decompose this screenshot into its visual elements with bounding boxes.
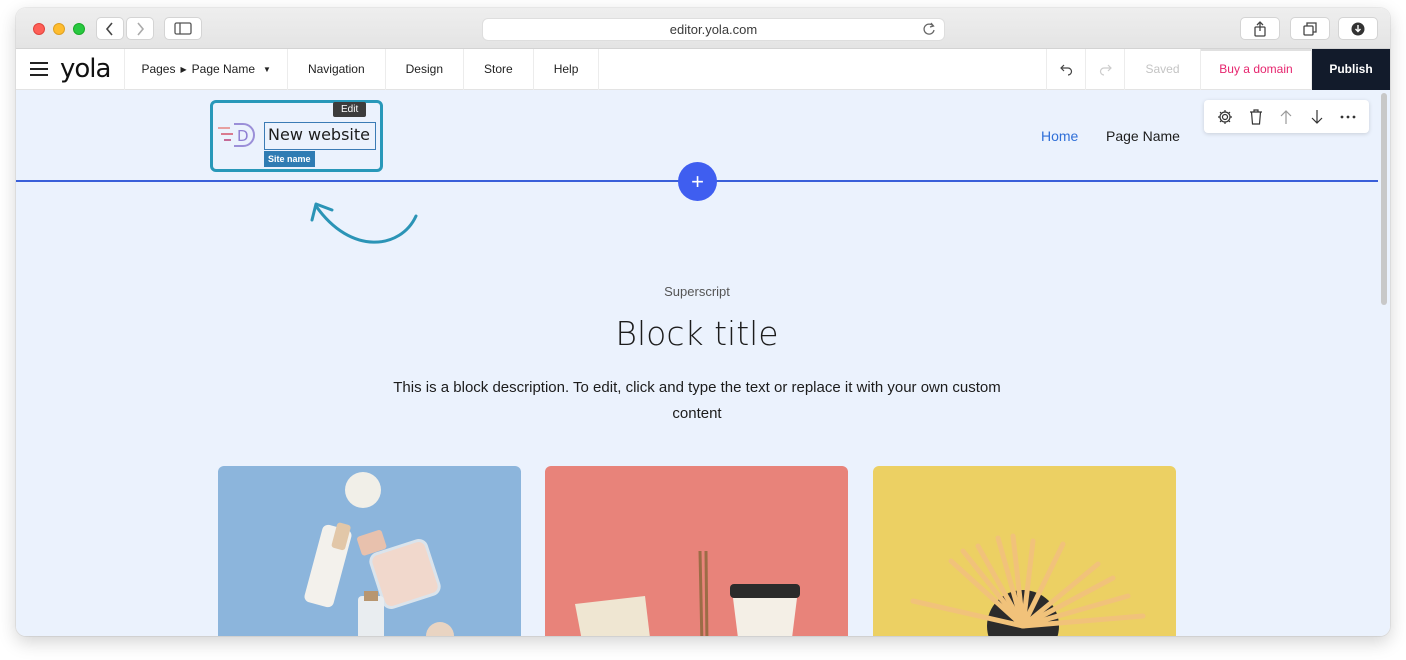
back-button[interactable] — [96, 17, 124, 40]
editor-canvas[interactable]: D Edit New website Site name Home Page N… — [16, 90, 1390, 636]
tabs-overview-button[interactable] — [1290, 17, 1330, 40]
forward-button[interactable] — [126, 17, 154, 40]
site-name-tag: Site name — [264, 151, 315, 167]
curved-arrow-icon — [310, 202, 418, 244]
sidebar-icon — [174, 22, 192, 35]
svg-text:D: D — [237, 127, 249, 145]
pages-label: Pages — [141, 62, 176, 76]
trash-icon[interactable] — [1249, 108, 1263, 125]
arrow-up-icon[interactable] — [1279, 109, 1293, 125]
menu-design[interactable]: Design — [386, 48, 464, 90]
card-image-takeaway-food[interactable] — [545, 466, 848, 636]
chevron-left-icon — [105, 21, 113, 36]
close-window-button[interactable] — [33, 23, 45, 35]
tabs-icon — [1303, 21, 1317, 36]
saved-status: Saved — [1124, 48, 1200, 90]
browser-title-bar: editor.yola.com — [16, 8, 1390, 49]
undo-button[interactable] — [1046, 48, 1085, 90]
redo-button[interactable] — [1085, 48, 1124, 90]
edit-tag[interactable]: Edit — [333, 102, 367, 117]
arrow-down-icon[interactable] — [1310, 109, 1324, 125]
menu-store[interactable]: Store — [464, 48, 534, 90]
minimize-window-button[interactable] — [53, 23, 65, 35]
block-description[interactable]: This is a block description. To edit, cl… — [386, 375, 1008, 427]
nav-link-page-name[interactable]: Page Name — [1106, 128, 1180, 144]
share-icon — [1254, 20, 1266, 37]
url-text: editor.yola.com — [669, 22, 758, 37]
pages-dropdown[interactable]: Pages ▶ Page Name ▼ — [125, 48, 288, 90]
reload-icon[interactable] — [922, 22, 936, 39]
site-logo-icon[interactable]: D — [217, 121, 257, 149]
menu-navigation[interactable]: Navigation — [288, 48, 386, 90]
card-image-cosmetics[interactable] — [218, 466, 521, 636]
takeaway-illustration — [575, 550, 800, 636]
editor-toolbar: yola Pages ▶ Page Name ▼ Navigation Desi… — [16, 48, 1390, 90]
download-icon — [1351, 22, 1365, 35]
chevron-right-icon — [137, 21, 145, 36]
add-block-button[interactable]: + — [678, 162, 717, 201]
maximize-window-button[interactable] — [73, 23, 85, 35]
publish-button[interactable]: Publish — [1311, 48, 1390, 90]
cosmetics-illustration — [304, 472, 454, 636]
downloads-button[interactable] — [1338, 17, 1378, 40]
card-image-pencils[interactable] — [873, 466, 1176, 636]
block-superscript[interactable]: Superscript — [16, 284, 1378, 299]
scrollbar[interactable] — [1381, 93, 1387, 305]
sidebar-toggle-button[interactable] — [164, 17, 202, 40]
toolbar-actions: Saved Buy a domain Publish — [1046, 48, 1390, 90]
pencils-illustration — [910, 533, 1146, 636]
logo-area: yola — [16, 48, 126, 90]
nav-link-home[interactable]: Home — [1041, 128, 1078, 144]
buy-domain-button[interactable]: Buy a domain — [1200, 48, 1311, 90]
share-button[interactable] — [1240, 17, 1280, 40]
yola-logo: yola — [60, 54, 111, 84]
caret-right-icon: ▶ — [180, 64, 187, 74]
browser-window: editor.yola.com yola Pages ▶ Page Name ▼… — [16, 8, 1390, 636]
plus-icon: + — [691, 168, 704, 194]
block-title[interactable]: Block title — [16, 314, 1378, 353]
site-name-text[interactable]: New website — [264, 122, 376, 150]
more-icon[interactable] — [1340, 115, 1356, 119]
menu-help[interactable]: Help — [534, 48, 600, 90]
gear-icon[interactable] — [1217, 109, 1233, 125]
block-toolbar — [1204, 100, 1369, 133]
undo-icon — [1059, 64, 1072, 76]
caret-down-icon: ▼ — [263, 64, 271, 74]
hamburger-menu-icon[interactable] — [28, 62, 50, 76]
redo-icon — [1099, 64, 1112, 76]
page-name-label: Page Name — [191, 62, 256, 76]
address-bar[interactable]: editor.yola.com — [482, 18, 945, 41]
